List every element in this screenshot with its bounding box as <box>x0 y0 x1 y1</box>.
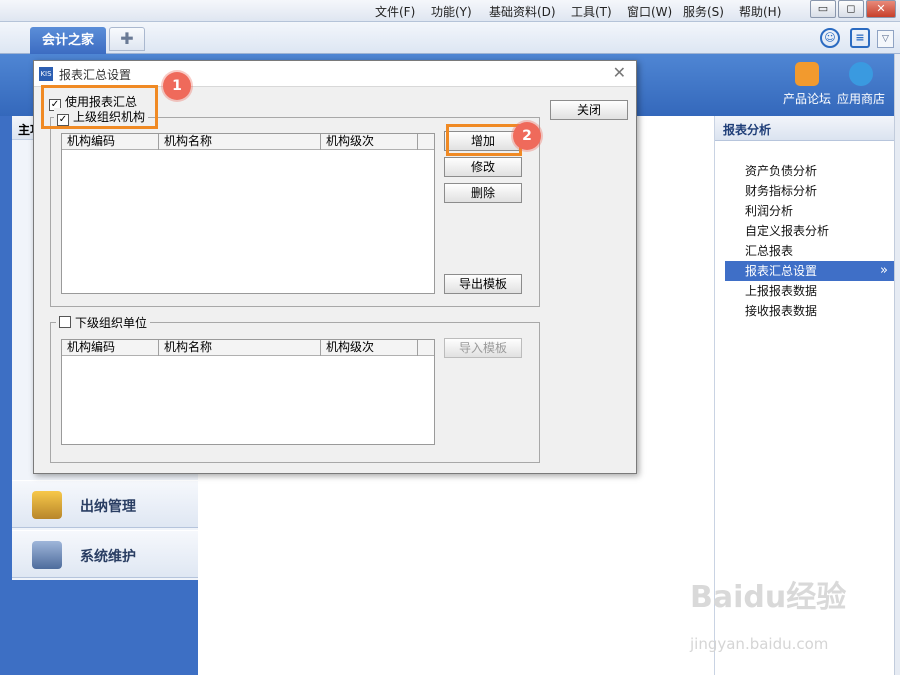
window-close-button[interactable]: ✕ <box>866 0 896 18</box>
edit-button[interactable]: 修改 <box>444 157 522 177</box>
close-button[interactable]: 关闭 <box>550 100 628 120</box>
report-analysis-list: 资产负债分析 财务指标分析 利润分析 自定义报表分析 汇总报表 报表汇总设置» … <box>715 161 894 321</box>
list-item-financial-indicator-analysis[interactable]: 财务指标分析 <box>725 181 894 201</box>
list-item-custom-report-analysis[interactable]: 自定义报表分析 <box>725 221 894 241</box>
nav-cashier-management[interactable]: 出纳管理 <box>12 480 198 528</box>
double-chevron-right-icon: » <box>880 263 888 278</box>
list-item-profit-analysis[interactable]: 利润分析 <box>725 201 894 221</box>
menu-tools[interactable]: 工具(T) <box>571 3 612 20</box>
lower-org-table[interactable]: 机构编码 机构名称 机构级次 <box>61 339 435 445</box>
lower-org-table-header: 机构编码 机构名称 机构级次 <box>62 340 434 356</box>
highlight-box-1 <box>41 85 158 129</box>
dialog-titlebar: KIS 报表汇总设置 ✕ <box>34 61 636 87</box>
list-item-upload-report-data[interactable]: 上报报表数据 <box>725 281 894 301</box>
export-template-button[interactable]: 导出模板 <box>444 274 522 294</box>
lower-org-label: 下级组织单位 <box>75 316 148 330</box>
col-org-level: 机构级次 <box>321 340 418 356</box>
list-item-summary-report[interactable]: 汇总报表 <box>725 241 894 261</box>
chevron-down-icon[interactable]: ▽ <box>877 30 894 48</box>
kis-logo-icon: KIS <box>39 67 53 81</box>
col-org-name: 机构名称 <box>159 134 321 150</box>
report-summary-settings-label: 报表汇总设置 <box>745 264 818 278</box>
smiley-icon[interactable]: ☺ <box>820 28 840 48</box>
upper-org-table[interactable]: 机构编码 机构名称 机构级次 <box>61 133 435 294</box>
import-template-button[interactable]: 导入模板 <box>444 338 522 358</box>
restore-button[interactable]: ◻ <box>838 0 864 18</box>
lower-org-checkbox[interactable]: 下级组织单位 <box>56 314 151 331</box>
product-forum-label: 产品论坛 <box>782 92 831 106</box>
dialog-title: 报表汇总设置 <box>59 68 132 82</box>
col-org-level: 机构级次 <box>321 134 418 150</box>
menubar: 文件(F) 功能(Y) 基础资料(D) 工具(T) 窗口(W) 服务(S) 帮助… <box>0 0 900 22</box>
nav-system-maintenance[interactable]: 系统维护 <box>12 530 198 578</box>
nav-cashier-label: 出纳管理 <box>80 499 136 515</box>
col-org-code: 机构编码 <box>62 134 159 150</box>
menu-help[interactable]: 帮助(H) <box>739 3 781 20</box>
toolbox-icon <box>32 541 62 569</box>
report-analysis-title: 报表分析 <box>715 116 894 141</box>
menu-window[interactable]: 窗口(W) <box>627 3 672 20</box>
product-forum-link[interactable]: 产品论坛 <box>782 62 832 107</box>
step-badge-1: 1 <box>163 72 191 100</box>
step-badge-2: 2 <box>513 122 541 150</box>
baidu-watermark: Baidu经验 <box>690 580 847 615</box>
upper-org-table-header: 机构编码 机构名称 机构级次 <box>62 134 434 150</box>
list-item-report-summary-settings[interactable]: 报表汇总设置 » <box>725 261 894 281</box>
list-item-balance-sheet-analysis[interactable]: 资产负债分析 <box>725 161 894 181</box>
highlight-box-2 <box>446 124 522 156</box>
tab-bar: 会计之家 ✚ ☺ ≡ <box>0 22 900 54</box>
menu-service[interactable]: 服务(S) <box>683 3 724 20</box>
baidu-watermark-url: jingyan.baidu.com <box>690 635 829 653</box>
nav-system-label: 系统维护 <box>80 549 136 565</box>
delete-button[interactable]: 删除 <box>444 183 522 203</box>
app-store-icon <box>849 62 873 86</box>
app-store-link[interactable]: 应用商店 <box>836 62 886 107</box>
col-org-code: 机构编码 <box>62 340 159 356</box>
menu-file[interactable]: 文件(F) <box>375 3 415 20</box>
col-org-name: 机构名称 <box>159 340 321 356</box>
right-scrollbar[interactable] <box>894 54 900 675</box>
money-bag-icon <box>32 491 62 519</box>
list-item-receive-report-data[interactable]: 接收报表数据 <box>725 301 894 321</box>
tab-accounting-home[interactable]: 会计之家 <box>30 27 106 54</box>
app-store-label: 应用商店 <box>836 92 885 106</box>
menu-function[interactable]: 功能(Y) <box>431 3 472 20</box>
forum-icon <box>795 62 819 86</box>
lower-org-check-icon <box>59 316 71 328</box>
minimize-button[interactable]: ▭ <box>810 0 836 18</box>
menu-basic-data[interactable]: 基础资料(D) <box>489 3 556 20</box>
add-tab-icon[interactable]: ✚ <box>109 27 145 51</box>
message-icon[interactable]: ≡ <box>850 28 870 48</box>
dialog-close-icon[interactable]: ✕ <box>613 63 626 82</box>
